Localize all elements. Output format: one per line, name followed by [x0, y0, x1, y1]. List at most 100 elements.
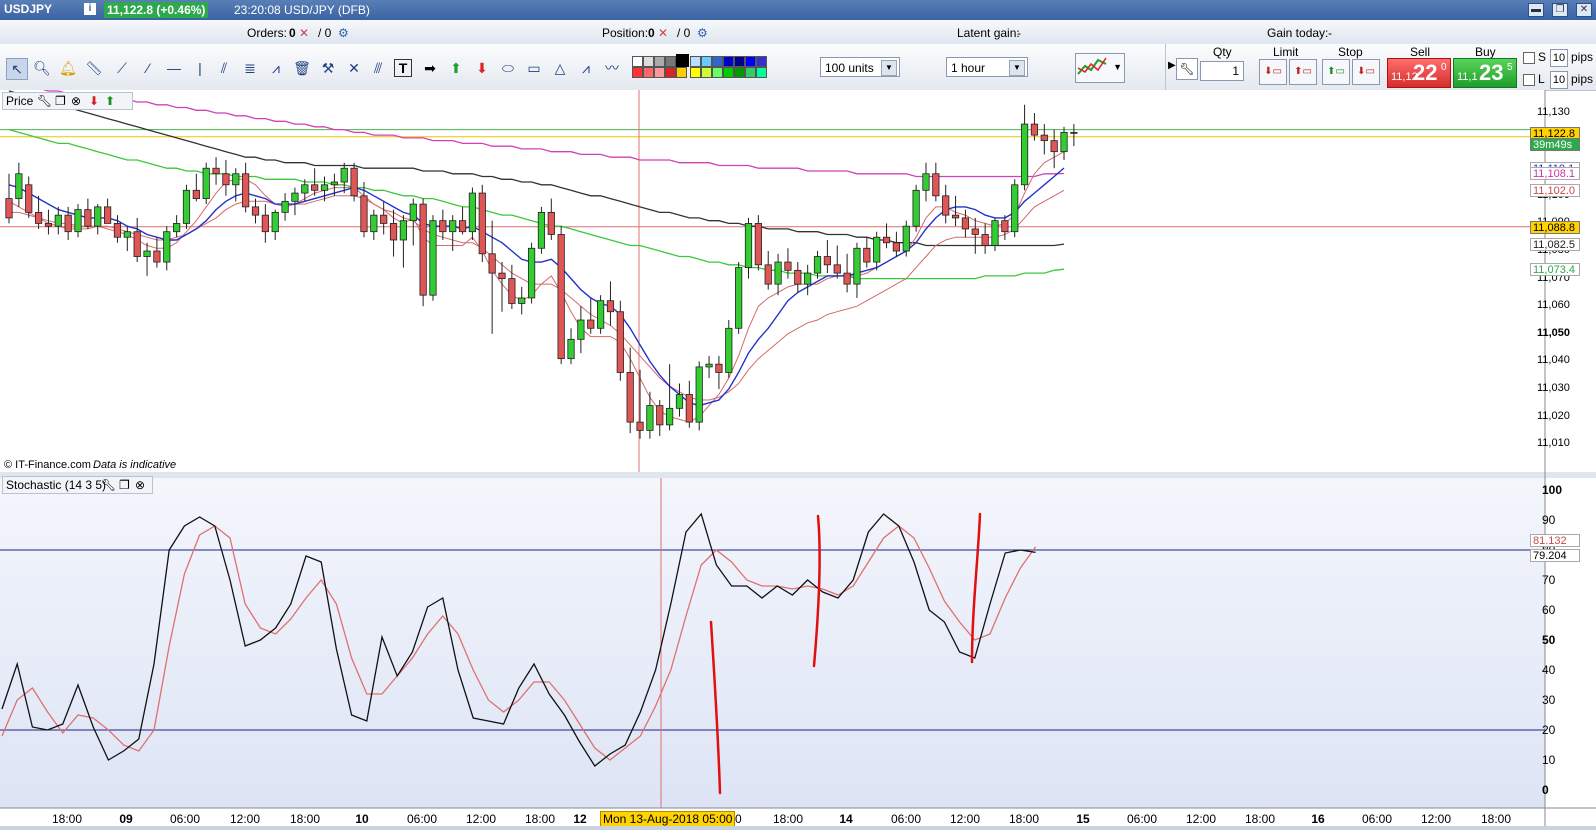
color-swatch[interactable] [632, 67, 643, 78]
close-panel-icon[interactable]: ⊗ [71, 93, 81, 109]
color-swatch[interactable] [654, 56, 665, 67]
wrench-icon[interactable]: 🔧︎ [101, 477, 116, 493]
move-up-icon[interactable]: ⬆ [105, 93, 115, 109]
ray-icon[interactable]: ⁄ [138, 58, 158, 78]
time-tick-label: 18:00 [524, 812, 556, 826]
ruler-icon[interactable]: 📏︎ [84, 58, 104, 78]
vertical-line-icon[interactable]: | [190, 58, 210, 78]
arrow-up-icon[interactable]: ⬆ [446, 58, 466, 78]
stop-sell-icon[interactable]: ⬇▭ [1352, 59, 1380, 85]
minimize-icon[interactable]: ▬ [1528, 3, 1544, 17]
zoom-icon[interactable]: 🔍︎ [32, 58, 52, 78]
rectangle-icon[interactable]: ▭ [524, 58, 544, 78]
fibonacci-icon[interactable]: ≣ [240, 58, 260, 78]
stop-checkbox[interactable] [1523, 52, 1535, 64]
position-settings-icon[interactable]: ⚙ [697, 26, 708, 40]
maximize-icon[interactable]: ❐ [119, 477, 130, 493]
stoch-tick-label: 90 [1542, 513, 1556, 527]
parallel-icon[interactable]: ⫻ [368, 58, 388, 78]
color-swatch[interactable] [712, 67, 723, 78]
alert-bell-icon[interactable]: 🔔︎ [58, 58, 78, 78]
stop-pips-input[interactable]: 10 [1550, 49, 1568, 67]
line-icon[interactable]: ⟋ [112, 58, 132, 78]
qty-input[interactable]: 1 [1200, 61, 1244, 81]
limit-buy-icon[interactable]: ⬆▭ [1289, 59, 1317, 85]
panel-splitter[interactable] [0, 472, 1596, 478]
limit-pips-input[interactable]: 10 [1550, 71, 1568, 89]
color-swatch[interactable] [745, 67, 756, 78]
color-swatch[interactable] [665, 56, 676, 67]
interval-select[interactable]: 1 hour ▼ [946, 57, 1028, 77]
candle-down [547, 211, 555, 235]
maximize-icon[interactable]: ❐ [55, 93, 66, 109]
wrench-icon[interactable]: 🔧︎ [1176, 58, 1198, 80]
sell-button[interactable]: 11,12 22 0 [1387, 58, 1451, 88]
color-swatch[interactable] [632, 56, 643, 67]
color-swatch[interactable] [745, 56, 756, 67]
candle-up [468, 192, 477, 233]
info-icon[interactable]: i [84, 3, 96, 15]
candle-up [902, 225, 910, 252]
price-marker-label: 11,108.1 [1530, 167, 1580, 181]
color-swatch[interactable] [690, 67, 701, 78]
move-down-icon[interactable]: ⬇ [89, 93, 99, 109]
arrow-right-icon[interactable]: ➡ [420, 58, 440, 78]
orders-cancel-icon[interactable]: ✕ [299, 26, 309, 40]
triangle-icon[interactable]: △ [550, 58, 570, 78]
trash-icon[interactable]: 🗑︎ [292, 58, 312, 78]
restore-icon[interactable]: ❐ [1552, 3, 1568, 17]
color-swatch[interactable] [723, 67, 734, 78]
candle-up [518, 297, 526, 304]
candle-down [44, 223, 53, 227]
channel-icon[interactable]: ⫽ [214, 58, 234, 78]
arrow-down-icon[interactable]: ⬇ [472, 58, 492, 78]
buy-button[interactable]: 11,1 23 5 [1453, 58, 1517, 88]
hammer-icon[interactable]: ⚒ [318, 58, 338, 78]
position-close-icon[interactable]: ✕ [658, 26, 668, 40]
color-swatch[interactable] [654, 67, 665, 78]
cross-lines-icon[interactable]: ✕ [344, 58, 364, 78]
latent-gain-value: - [1017, 26, 1021, 40]
units-select[interactable]: 100 units ▼ [820, 57, 900, 77]
stop-buy-icon[interactable]: ⬆▭ [1322, 59, 1350, 85]
wave-icon[interactable]: 〰 [602, 58, 622, 78]
close-panel-icon[interactable]: ⊗ [135, 477, 145, 493]
color-swatch[interactable] [643, 56, 654, 67]
close-icon[interactable]: ✕ [1576, 3, 1592, 17]
color-swatch[interactable] [690, 56, 701, 67]
color-swatch[interactable] [701, 67, 712, 78]
color-swatch[interactable] [756, 56, 767, 67]
color-swatch[interactable] [734, 67, 745, 78]
panel-arrow-icon[interactable]: ▶ [1168, 60, 1176, 71]
bottom-scrollbar[interactable] [0, 826, 1596, 830]
color-swatch-selected[interactable] [676, 54, 689, 67]
zigzag-icon[interactable]: ⩘ [576, 58, 596, 78]
price-tick-label: 11,060 [1537, 299, 1570, 312]
color-swatch[interactable] [712, 56, 723, 67]
candle-up [182, 189, 191, 224]
color-swatch[interactable] [676, 67, 687, 78]
color-swatch[interactable] [756, 67, 767, 78]
color-swatch[interactable] [734, 56, 745, 67]
candle-down [350, 167, 358, 197]
limit-sell-icon[interactable]: ⬇▭ [1259, 59, 1287, 85]
pointer-icon[interactable]: ↖ [6, 58, 28, 80]
ellipse-icon[interactable]: ⬭ [498, 58, 518, 78]
wrench-icon[interactable]: 🔧︎ [37, 93, 52, 109]
color-swatch[interactable] [723, 56, 734, 67]
color-swatch[interactable] [665, 67, 676, 78]
candle-up [922, 173, 930, 191]
candle-down [458, 220, 467, 233]
andrews-icon[interactable]: ⩘ [266, 58, 286, 78]
position-value: 0 [648, 26, 655, 40]
chart-area[interactable] [0, 90, 1596, 830]
orders-value: 0 [289, 26, 296, 40]
horizontal-line-icon[interactable]: — [164, 58, 184, 78]
orders-settings-icon[interactable]: ⚙ [338, 26, 349, 40]
color-swatch[interactable] [701, 56, 712, 67]
text-icon[interactable]: T [394, 59, 412, 77]
candle-up [163, 231, 171, 263]
color-swatch[interactable] [643, 67, 654, 78]
indicators-button[interactable]: ▼ [1075, 53, 1125, 83]
limit-checkbox[interactable] [1523, 74, 1535, 86]
